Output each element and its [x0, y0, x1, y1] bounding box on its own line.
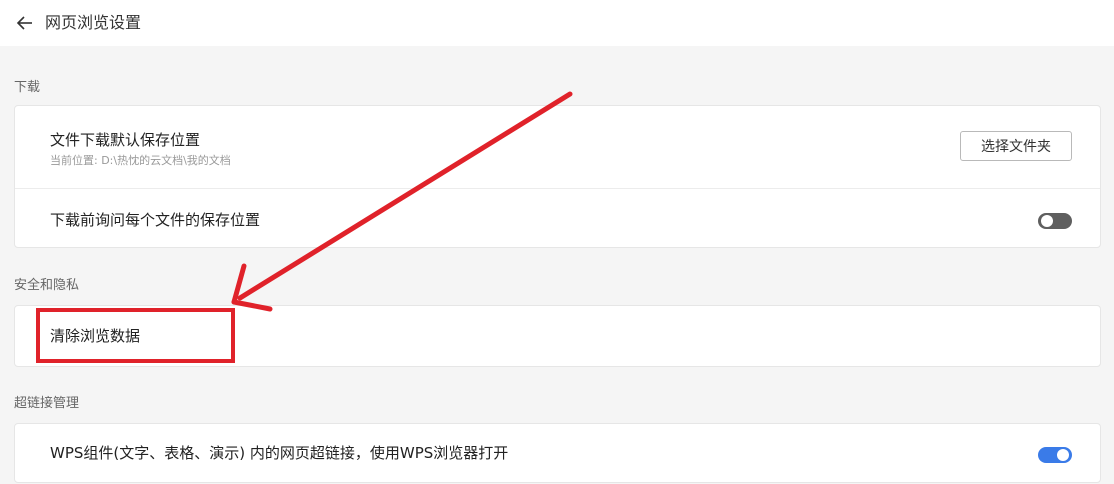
- default-save-location-label: 文件下载默认保存位置: [50, 131, 201, 149]
- open-with-wps-toggle[interactable]: [1038, 447, 1072, 463]
- header-bar: 网页浏览设置: [0, 0, 1114, 46]
- security-settings-card: 清除浏览数据: [14, 305, 1101, 367]
- section-title-security: 安全和隐私: [14, 278, 80, 293]
- open-with-wps-row: WPS组件(文字、表格、演示) 内的网页超链接，使用WPS浏览器打开: [15, 424, 1100, 484]
- ask-save-location-row: 下载前询问每个文件的保存位置: [15, 189, 1100, 247]
- download-settings-card: 文件下载默认保存位置 当前位置: D:\热忱的云文档\我的文档 选择文件夹 下载…: [14, 105, 1101, 248]
- ask-save-location-toggle[interactable]: [1038, 213, 1072, 229]
- default-save-location-row: 文件下载默认保存位置 当前位置: D:\热忱的云文档\我的文档 选择文件夹: [15, 106, 1100, 188]
- toggle-knob: [1041, 215, 1053, 227]
- page-title: 网页浏览设置: [45, 13, 142, 32]
- section-title-hyperlink: 超链接管理: [14, 396, 80, 411]
- section-title-download: 下载: [14, 80, 41, 95]
- arrow-left-icon[interactable]: [15, 13, 35, 33]
- current-location-text: 当前位置: D:\热忱的云文档\我的文档: [50, 154, 231, 167]
- ask-save-location-label: 下载前询问每个文件的保存位置: [50, 211, 261, 229]
- open-with-wps-label: WPS组件(文字、表格、演示) 内的网页超链接，使用WPS浏览器打开: [50, 444, 509, 462]
- hyperlink-settings-card: WPS组件(文字、表格、演示) 内的网页超链接，使用WPS浏览器打开: [14, 423, 1101, 483]
- clear-browsing-data-row[interactable]: 清除浏览数据: [15, 306, 1100, 366]
- choose-folder-button[interactable]: 选择文件夹: [960, 131, 1072, 161]
- toggle-knob: [1057, 449, 1069, 461]
- clear-browsing-data-label[interactable]: 清除浏览数据: [50, 326, 140, 346]
